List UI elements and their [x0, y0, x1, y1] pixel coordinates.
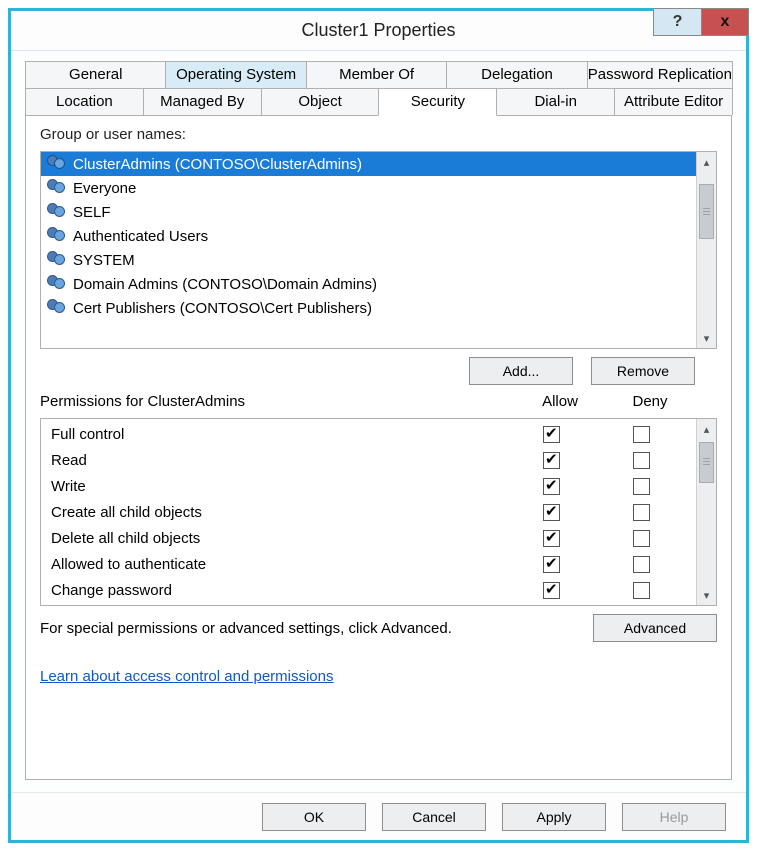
people-icon — [45, 203, 67, 221]
allow-checkbox[interactable] — [543, 530, 560, 547]
group-list-item[interactable]: Cert Publishers (CONTOSO\Cert Publishers… — [41, 296, 696, 320]
tab-dial-in[interactable]: Dial-in — [496, 88, 615, 115]
tab-password-replication[interactable]: Password Replication — [587, 61, 733, 88]
scroll-up-button[interactable]: ▴ — [697, 419, 716, 439]
group-item-label: SYSTEM — [73, 252, 135, 269]
permission-name: Change password — [51, 582, 506, 599]
people-icon — [45, 299, 67, 317]
group-list-item[interactable]: Authenticated Users — [41, 224, 696, 248]
group-item-label: Cert Publishers (CONTOSO\Cert Publishers… — [73, 300, 372, 317]
permission-name: Allowed to authenticate — [51, 556, 506, 573]
group-item-label: Everyone — [73, 180, 136, 197]
permission-name: Delete all child objects — [51, 530, 506, 547]
allow-checkbox[interactable] — [543, 478, 560, 495]
permission-row: Allowed to authenticate — [41, 551, 696, 577]
deny-checkbox[interactable] — [633, 582, 650, 599]
deny-checkbox[interactable] — [633, 556, 650, 573]
group-list-scrollbar[interactable]: ▴ ▾ — [696, 152, 716, 348]
allow-checkbox[interactable] — [543, 426, 560, 443]
group-item-label: Authenticated Users — [73, 228, 208, 245]
group-listbox[interactable]: ClusterAdmins (CONTOSO\ClusterAdmins) Eve… — [40, 151, 717, 349]
permissions-scrollbar[interactable]: ▴ ▾ — [696, 419, 716, 605]
help-button[interactable]: ? — [653, 8, 701, 36]
client-area: GeneralOperating SystemMember OfDelegati… — [11, 51, 746, 792]
dialog-button-bar: OK Cancel Apply Help — [11, 792, 746, 840]
permission-name: Full control — [51, 426, 506, 443]
group-list-label: Group or user names: — [40, 126, 717, 143]
properties-dialog: Cluster1 Properties ? x GeneralOperating… — [8, 8, 749, 843]
group-list-item[interactable]: Domain Admins (CONTOSO\Domain Admins) — [41, 272, 696, 296]
scroll-up-button[interactable]: ▴ — [697, 152, 716, 172]
cancel-button[interactable]: Cancel — [382, 803, 486, 831]
scroll-down-button[interactable]: ▾ — [697, 328, 716, 348]
tab-operating-system[interactable]: Operating System — [165, 61, 306, 88]
tab-location[interactable]: Location — [25, 88, 144, 115]
group-item-label: ClusterAdmins (CONTOSO\ClusterAdmins) — [73, 156, 362, 173]
scroll-thumb[interactable] — [699, 184, 714, 239]
tab-object[interactable]: Object — [261, 88, 380, 115]
people-icon — [45, 227, 67, 245]
security-tab-panel: Group or user names: ClusterAdmins (CONT… — [25, 115, 732, 780]
group-button-row: Add... Remove — [40, 357, 717, 385]
group-list-item[interactable]: ClusterAdmins (CONTOSO\ClusterAdmins) — [41, 152, 696, 176]
scroll-thumb[interactable] — [699, 442, 714, 483]
deny-checkbox[interactable] — [633, 452, 650, 469]
deny-checkbox[interactable] — [633, 530, 650, 547]
permission-name: Write — [51, 478, 506, 495]
permissions-header: Permissions for ClusterAdmins Allow Deny — [40, 393, 717, 410]
permission-name: Create all child objects — [51, 504, 506, 521]
people-icon — [45, 275, 67, 293]
tab-managed-by[interactable]: Managed By — [143, 88, 262, 115]
deny-checkbox[interactable] — [633, 504, 650, 521]
allow-checkbox[interactable] — [543, 556, 560, 573]
advanced-button[interactable]: Advanced — [593, 614, 717, 642]
scroll-track[interactable] — [697, 172, 716, 328]
permissions-listbox[interactable]: Full control Read Write Create all child ob… — [40, 418, 717, 606]
tab-security[interactable]: Security — [378, 88, 497, 116]
tab-attribute-editor[interactable]: Attribute Editor — [614, 88, 733, 115]
close-button[interactable]: x — [701, 8, 749, 36]
help-button[interactable]: Help — [622, 803, 726, 831]
learn-link[interactable]: Learn about access control and permissio… — [40, 668, 717, 685]
tabs-row-1: GeneralOperating SystemMember OfDelegati… — [25, 61, 732, 88]
people-icon — [45, 251, 67, 269]
group-item-label: Domain Admins (CONTOSO\Domain Admins) — [73, 276, 377, 293]
group-list-item[interactable]: Everyone — [41, 176, 696, 200]
people-icon — [45, 179, 67, 197]
permission-row: Write — [41, 473, 696, 499]
tab-member-of[interactable]: Member Of — [306, 61, 447, 88]
scroll-track[interactable] — [697, 439, 716, 585]
apply-button[interactable]: Apply — [502, 803, 606, 831]
permission-name: Read — [51, 452, 506, 469]
allow-column-header: Allow — [515, 393, 605, 410]
titlebar-buttons: ? x — [653, 8, 749, 36]
group-item-label: SELF — [73, 204, 111, 221]
deny-checkbox[interactable] — [633, 426, 650, 443]
permission-row: Create all child objects — [41, 499, 696, 525]
deny-checkbox[interactable] — [633, 478, 650, 495]
remove-button[interactable]: Remove — [591, 357, 695, 385]
people-icon — [45, 155, 67, 173]
special-permissions-text: For special permissions or advanced sett… — [40, 620, 452, 637]
advanced-row: For special permissions or advanced sett… — [40, 614, 717, 642]
group-list-item[interactable]: SYSTEM — [41, 248, 696, 272]
permission-row: Full control — [41, 421, 696, 447]
permission-row: Change password — [41, 577, 696, 603]
tabs-row-2: LocationManaged ByObjectSecurityDial-inA… — [25, 88, 732, 115]
permission-row: Delete all child objects — [41, 525, 696, 551]
tab-general[interactable]: General — [25, 61, 166, 88]
tab-delegation[interactable]: Delegation — [446, 61, 587, 88]
allow-checkbox[interactable] — [543, 582, 560, 599]
permission-row: Read — [41, 447, 696, 473]
allow-checkbox[interactable] — [543, 504, 560, 521]
scroll-down-button[interactable]: ▾ — [697, 585, 716, 605]
titlebar: Cluster1 Properties ? x — [11, 11, 746, 51]
deny-column-header: Deny — [605, 393, 695, 410]
permissions-for-label: Permissions for ClusterAdmins — [40, 393, 245, 410]
ok-button[interactable]: OK — [262, 803, 366, 831]
allow-checkbox[interactable] — [543, 452, 560, 469]
window-title: Cluster1 Properties — [11, 20, 746, 41]
group-list-item[interactable]: SELF — [41, 200, 696, 224]
add-button[interactable]: Add... — [469, 357, 573, 385]
